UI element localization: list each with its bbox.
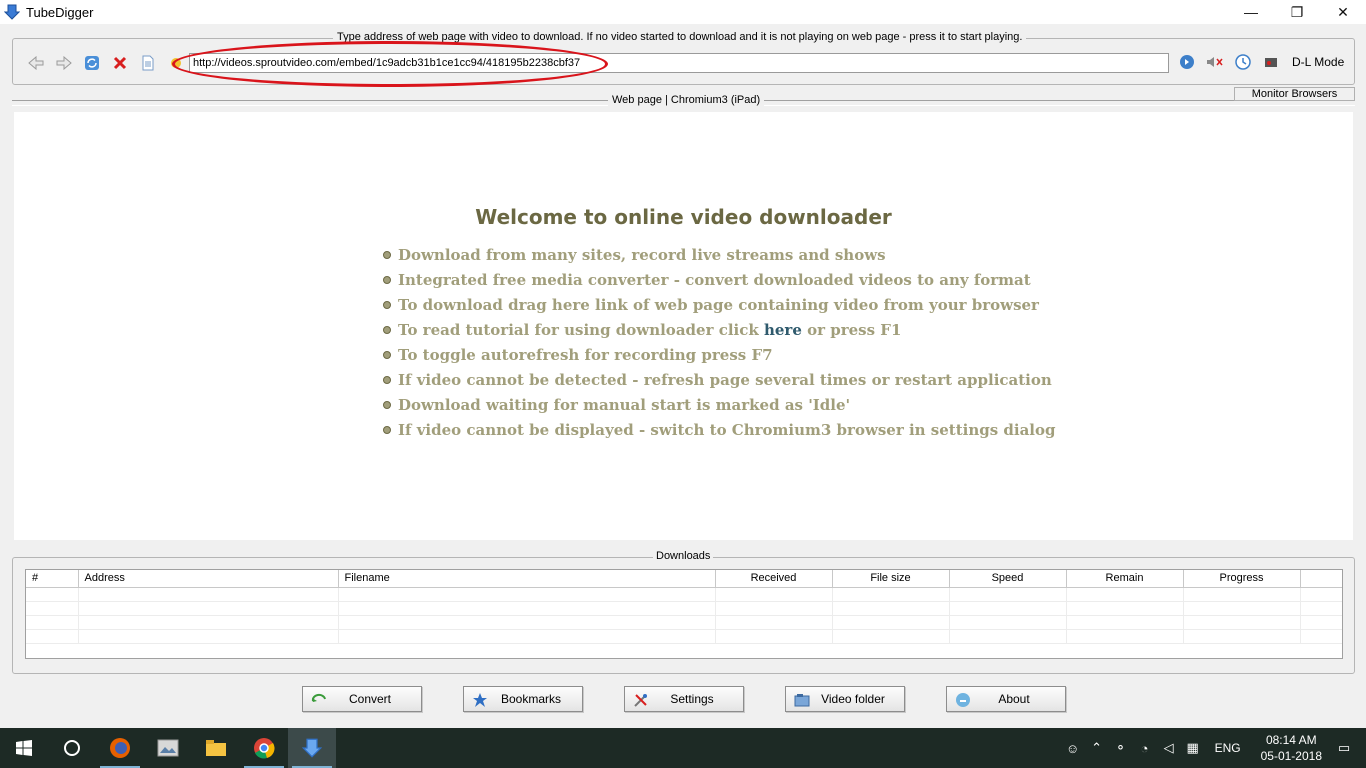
network-icon[interactable]: ⚬ [1109, 740, 1133, 756]
bullet-icon [383, 275, 391, 284]
list-item: Download waiting for manual start is mar… [383, 392, 1056, 417]
bullet-icon [383, 350, 391, 359]
clock[interactable]: 08:14 AM 05-01-2018 [1261, 732, 1322, 764]
column-remain[interactable]: Remain [1066, 570, 1184, 588]
window-title: TubeDigger [26, 4, 94, 20]
bullet-icon [383, 425, 391, 434]
title-bar: TubeDigger — ❐ ✕ [0, 0, 1366, 24]
convert-button[interactable]: Convert [302, 686, 422, 712]
list-item: Download from many sites, record live st… [383, 242, 1056, 267]
list-item: To download drag here link of web page c… [383, 292, 1056, 317]
bullet-icon [383, 375, 391, 384]
date: 05-01-2018 [1260, 749, 1322, 763]
tubedigger-app-icon [4, 4, 20, 20]
web-page-view[interactable]: Welcome to online video downloader Downl… [14, 112, 1353, 540]
timer-icon[interactable] [1234, 53, 1252, 71]
column-file-size[interactable]: File size [832, 570, 950, 588]
favorite-icon[interactable] [167, 54, 185, 72]
url-input[interactable] [189, 53, 1169, 73]
about-button[interactable]: About [946, 686, 1066, 712]
page-icon[interactable] [139, 54, 157, 72]
record-icon[interactable] [1262, 53, 1280, 71]
welcome-heading: Welcome to online video downloader [475, 205, 892, 229]
list-item: To toggle autorefresh for recording pres… [383, 342, 1056, 367]
list-item: If video cannot be detected - refresh pa… [383, 367, 1056, 392]
chrome-icon[interactable] [240, 728, 288, 768]
chevron-up-icon[interactable]: ⌃ [1085, 740, 1109, 756]
close-button[interactable]: ✕ [1320, 0, 1366, 24]
restore-button[interactable]: ❐ [1274, 0, 1320, 24]
language-indicator[interactable]: ENG [1215, 741, 1241, 755]
system-tray: ☺ ⌃ ⚬ ◔ ◁ ▦ ENG 08:14 AM 05-01-2018 ▭ [1061, 728, 1366, 768]
bullet-icon [383, 325, 391, 334]
list-item: To read tutorial for using downloader cl… [383, 317, 1056, 342]
go-icon[interactable] [1178, 53, 1196, 71]
wifi-icon[interactable]: ◔ [1133, 741, 1157, 756]
bullet-icon [383, 250, 391, 259]
firefox-icon[interactable] [96, 728, 144, 768]
dl-mode-label[interactable]: D-L Mode [1292, 55, 1344, 69]
list-item: If video cannot be displayed - switch to… [383, 417, 1056, 442]
column-filename[interactable]: Filename [338, 570, 716, 588]
people-icon[interactable]: ☺ [1061, 741, 1085, 756]
downloads-legend: Downloads [653, 550, 714, 562]
keyboard-icon[interactable]: ▦ [1181, 740, 1205, 756]
tubedigger-icon[interactable] [288, 728, 336, 768]
settings-button[interactable]: Settings [624, 686, 744, 712]
column-progress[interactable]: Progress [1183, 570, 1301, 588]
minimize-button[interactable]: — [1228, 0, 1274, 24]
table-row [26, 615, 1342, 630]
windows-start-icon[interactable] [0, 728, 48, 768]
video-folder-button[interactable]: Video folder [785, 686, 905, 712]
feature-list: Download from many sites, record live st… [383, 242, 1056, 442]
video-folder-icon [794, 692, 810, 708]
star-icon [472, 692, 488, 708]
refresh-icon[interactable] [83, 54, 101, 72]
column-filler [1300, 570, 1342, 588]
table-row [26, 629, 1342, 644]
tab-web-page[interactable]: Web page | Chromium3 (iPad) [608, 94, 765, 106]
address-group: Type address of web page with video to d… [12, 31, 1355, 85]
time: 08:14 AM [1265, 733, 1317, 747]
column-number[interactable]: # [26, 570, 79, 588]
cortana-icon[interactable] [48, 728, 96, 768]
info-icon [955, 692, 971, 708]
tools-icon [633, 692, 649, 708]
file-explorer-icon[interactable] [192, 728, 240, 768]
column-received[interactable]: Received [715, 570, 833, 588]
convert-icon [311, 692, 327, 708]
bullet-icon [383, 400, 391, 409]
notifications-icon[interactable]: ▭ [1332, 740, 1356, 756]
downloads-group: Downloads # Address Filename Received Fi… [12, 550, 1355, 674]
stop-icon[interactable] [111, 54, 129, 72]
address-hint: Type address of web page with video to d… [333, 31, 1027, 43]
volume-icon[interactable]: ◁ [1157, 740, 1181, 756]
table-row [26, 601, 1342, 616]
photos-icon[interactable] [144, 728, 192, 768]
mute-icon[interactable] [1206, 53, 1224, 71]
table-row [26, 587, 1342, 602]
back-icon[interactable] [27, 54, 45, 72]
column-speed[interactable]: Speed [949, 570, 1067, 588]
forward-icon[interactable] [55, 54, 73, 72]
column-address[interactable]: Address [78, 570, 339, 588]
list-item: Integrated free media converter - conver… [383, 267, 1056, 292]
bullet-icon [383, 300, 391, 309]
monitor-browsers-button[interactable]: Monitor Browsers [1234, 87, 1355, 101]
tutorial-link[interactable]: here [764, 321, 802, 339]
downloads-table[interactable]: # Address Filename Received File size Sp… [25, 569, 1343, 659]
windows-taskbar: ☺ ⌃ ⚬ ◔ ◁ ▦ ENG 08:14 AM 05-01-2018 ▭ [0, 728, 1366, 768]
bookmarks-button[interactable]: Bookmarks [463, 686, 583, 712]
